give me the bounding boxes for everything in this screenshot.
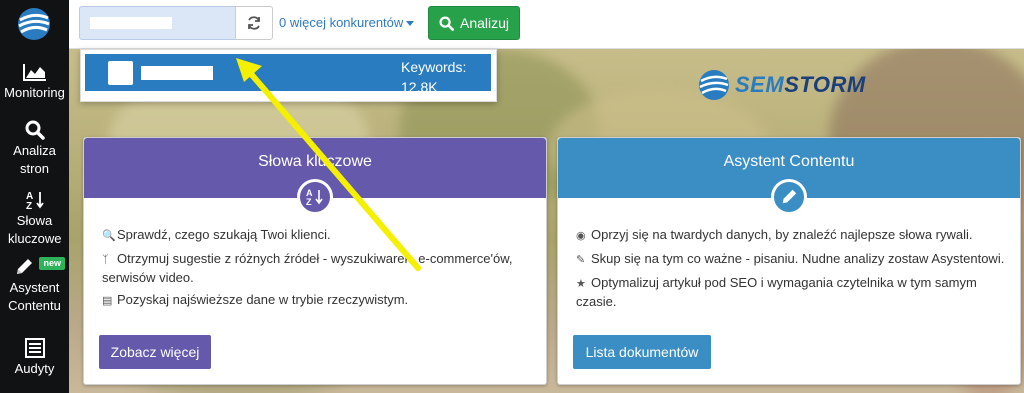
redacted-text [90, 17, 172, 29]
keywords-value: 12.8K [401, 79, 438, 95]
analyze-label: Analizuj [459, 15, 510, 31]
feature-item: ◉ Oprzyj się na twardych danych, by znale… [576, 226, 1006, 245]
analyze-button[interactable]: Analizuj [428, 6, 520, 40]
domain-search-input[interactable] [79, 6, 236, 40]
search-icon [25, 120, 45, 140]
more-competitors-label: 0 więcej konkurentów [279, 15, 404, 30]
feature-item: ▤ Pozyskaj najświeższe dane w trybie rzec… [102, 291, 532, 310]
list-icon [24, 338, 45, 358]
new-badge: new [39, 257, 65, 270]
content-assistant-card: Asystent Contentu ◉ Oprzyj się na twardyc… [557, 137, 1021, 385]
feature-item: ᛉ Otrzymuj sugestie z różnych źródeł - wy… [102, 251, 513, 285]
more-competitors-dropdown[interactable]: 0 więcej konkurentów [279, 15, 415, 30]
favicon [108, 61, 133, 85]
keywords-label: Keywords: [401, 59, 467, 75]
sidebar-item-analiza-stron[interactable]: Analiza stron [0, 120, 69, 178]
sidebar-item-label: Analiza stron [13, 143, 56, 176]
domain-suggestion-item[interactable]: Keywords: 12.8K [85, 54, 491, 95]
feature-item: 🔍Sprawdź, czego szukają Twoi klienci. [102, 226, 532, 245]
search-icon [439, 15, 454, 31]
feature-item: ✎ Skup się na tym co ważne - pisaniu. Nud… [576, 250, 1006, 269]
feature-item: ★ Optymalizuj artykuł pod SEO i wymagania… [576, 275, 977, 309]
sidebar: Monitoring Analiza stron A Z Słowa klucz… [0, 0, 69, 393]
pencil-icon [771, 179, 807, 215]
edit-icon: ✎ [576, 254, 586, 266]
refresh-button[interactable] [235, 6, 273, 40]
redacted-domain [141, 66, 213, 80]
sidebar-item-asystent-contentu[interactable]: new Asystent Contentu [0, 257, 69, 315]
sidebar-item-label: Asystent Contentu [8, 280, 61, 313]
keywords-card: Słowa kluczowe A Z 🔍Sprawdź, czego szuka… [83, 137, 547, 385]
domain-suggestion-dropdown: Keywords: 12.8K [80, 49, 497, 102]
svg-text:Z: Z [26, 201, 32, 210]
see-more-button[interactable]: Zobacz więcej [99, 335, 211, 369]
search-icon: 🔍 [102, 230, 116, 242]
documents-list-button[interactable]: Lista dokumentów [573, 335, 711, 369]
sidebar-item-monitoring[interactable]: Monitoring [0, 62, 69, 102]
sort-alpha-icon: A Z [297, 179, 333, 215]
sort-alpha-icon: A Z [26, 191, 44, 210]
topbar: 0 więcej konkurentów Analizuj [69, 0, 1024, 49]
refresh-icon [248, 16, 260, 30]
semstorm-logo-icon [699, 70, 729, 100]
semstorm-logo-icon[interactable] [16, 6, 52, 42]
trophy-icon: ★ [576, 278, 586, 290]
sidebar-item-label: Słowa kluczowe [8, 213, 62, 246]
semstorm-brand: SEMSTORM [697, 68, 866, 102]
sidebar-item-label: Monitoring [4, 85, 65, 100]
svg-text:Z: Z [306, 197, 312, 207]
target-icon: ◉ [576, 230, 586, 242]
sidebar-item-audyty[interactable]: Audyty [0, 338, 69, 378]
sidebar-item-label: Audyty [14, 361, 55, 376]
caret-down-icon [406, 21, 415, 27]
pencil-icon [17, 259, 32, 274]
chart-area-icon [22, 64, 46, 81]
news-icon: ▤ [102, 295, 113, 307]
sidebar-item-slowa-kluczowe[interactable]: A Z Słowa kluczowe [0, 190, 69, 248]
branch-icon: ᛉ [102, 254, 109, 266]
